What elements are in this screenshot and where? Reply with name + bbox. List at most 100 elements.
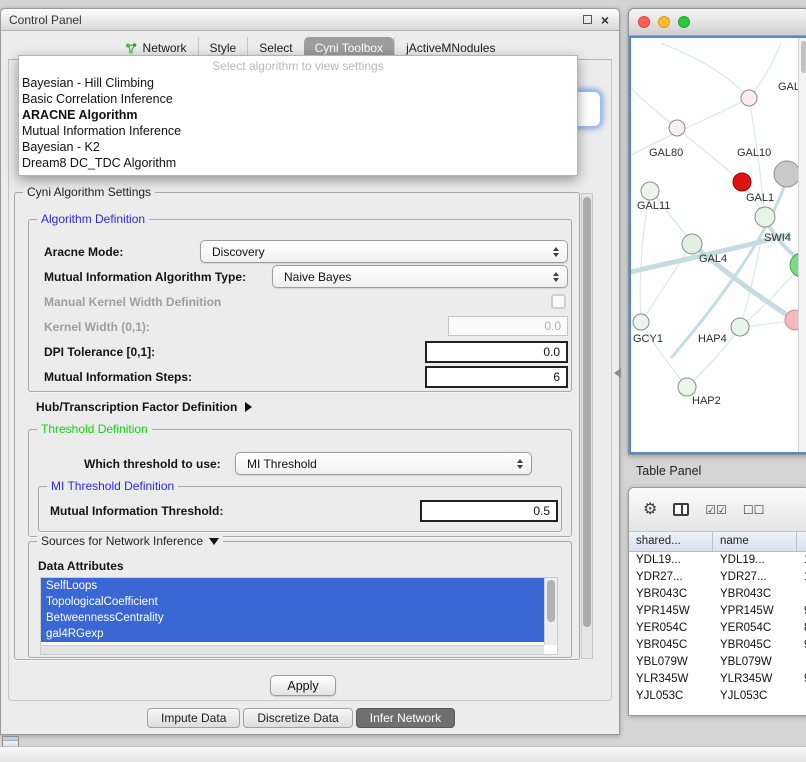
network-canvas[interactable]: GAL GAL80 GAL10 GAL11 GAL1 SWI4 GAL4 GCY…: [629, 36, 806, 454]
column-header[interactable]: [797, 532, 806, 551]
table-cell[interactable]: YDR27...: [713, 569, 797, 586]
minimize-traffic-light[interactable]: [658, 16, 670, 28]
table-cell[interactable]: YPR145W: [629, 603, 713, 620]
table-cell[interactable]: 12: [797, 569, 806, 586]
table-cell[interactable]: YJL053C: [629, 688, 713, 705]
table-cell[interactable]: 9.: [797, 671, 806, 688]
network-node[interactable]: [641, 182, 659, 200]
network-node[interactable]: [633, 314, 649, 330]
table-cell[interactable]: YBR045C: [629, 637, 713, 654]
network-node[interactable]: [669, 120, 685, 136]
list-item[interactable]: TopologicalCoefficient: [41, 594, 544, 610]
table-cell[interactable]: YER054C: [713, 620, 797, 637]
table-row[interactable]: YJL053CYJL053C: [629, 688, 806, 705]
mi-steps-field[interactable]: 6: [425, 366, 568, 388]
table-cell[interactable]: YPR145W: [713, 603, 797, 620]
list-item[interactable]: gal4RGexp: [41, 626, 544, 642]
aracne-mode-combobox[interactable]: Discovery: [200, 240, 568, 263]
table-cell[interactable]: YLR345W: [713, 671, 797, 688]
select-all-checkboxes-icon[interactable]: ☑☑: [705, 503, 727, 517]
table-row[interactable]: YBR043CYBR043C: [629, 586, 806, 603]
table-cell[interactable]: 9.: [797, 603, 806, 620]
mi-threshold-field[interactable]: 0.5: [420, 500, 558, 522]
list-horizontal-scrollbar[interactable]: [41, 645, 544, 654]
dropdown-item[interactable]: Bayesian - Hill Climbing: [19, 75, 577, 91]
dropdown-item[interactable]: Mutual Information Inference: [19, 123, 577, 139]
settings-scrollbar-thumb[interactable]: [583, 197, 591, 627]
mi-type-combobox[interactable]: Naive Bayes: [272, 265, 568, 288]
column-header[interactable]: name: [713, 532, 797, 551]
table-row[interactable]: YDL19...YDL19...13: [629, 552, 806, 569]
node-label: GAL10: [737, 147, 771, 159]
list-item[interactable]: BetweennessCentrality: [41, 610, 544, 626]
table-cell[interactable]: [797, 688, 806, 705]
table-cell[interactable]: YLR345W: [629, 671, 713, 688]
table-row[interactable]: YBR045CYBR045C9.: [629, 637, 806, 654]
control-panel-titlebar[interactable]: Control Panel ×: [1, 9, 619, 31]
network-node[interactable]: [774, 161, 800, 187]
manual-kernel-checkbox[interactable]: [551, 294, 566, 309]
sources-toggle[interactable]: Sources for Network Inference: [37, 534, 223, 548]
table-cell[interactable]: YBL079W: [629, 654, 713, 671]
table-cell[interactable]: YBR043C: [713, 586, 797, 603]
tab-infer-network[interactable]: Infer Network: [356, 708, 455, 728]
column-header[interactable]: shared...: [629, 532, 713, 551]
which-threshold-combobox[interactable]: MI Threshold: [235, 452, 532, 475]
list-vertical-scrollbar[interactable]: [544, 578, 557, 645]
dropdown-item[interactable]: Basic Correlation Inference: [19, 91, 577, 107]
dropdown-item-selected[interactable]: ARACNE Algorithm: [19, 107, 577, 123]
panel-splitter-collapse-icon[interactable]: [614, 368, 621, 378]
table-cell[interactable]: YER054C: [629, 620, 713, 637]
tab-impute-data[interactable]: Impute Data: [147, 708, 240, 728]
group-title: Cyni Algorithm Settings: [23, 185, 155, 199]
table-cell[interactable]: YJL053C: [713, 688, 797, 705]
network-node[interactable]: [741, 90, 757, 106]
apply-button[interactable]: Apply: [270, 675, 336, 696]
table-cell[interactable]: YBL079W: [713, 654, 797, 671]
table-row[interactable]: YPR145WYPR145W9.: [629, 603, 806, 620]
kernel-width-field[interactable]: 0.0: [448, 316, 568, 336]
group-title: Threshold Definition: [37, 422, 152, 436]
network-node[interactable]: [755, 207, 775, 227]
dropdown-item[interactable]: Bayesian - K2: [19, 139, 577, 155]
close-traffic-light[interactable]: [638, 16, 650, 28]
network-scrollbar-thumb[interactable]: [801, 41, 806, 73]
dpi-tolerance-field[interactable]: 0.0: [425, 341, 568, 363]
network-node[interactable]: [731, 318, 749, 336]
hub-definition-toggle[interactable]: Hub/Transcription Factor Definition: [36, 400, 252, 414]
gear-icon[interactable]: ⚙: [643, 502, 657, 518]
list-scrollbar-thumb[interactable]: [547, 580, 555, 622]
dropdown-item[interactable]: Dream8 DC_TDC Algorithm: [19, 155, 577, 171]
group-title: MI Threshold Definition: [47, 479, 178, 493]
table-row[interactable]: YLR345WYLR345W9.: [629, 671, 806, 688]
group-title: Algorithm Definition: [37, 212, 149, 226]
network-window-titlebar[interactable]: [629, 9, 806, 36]
table-row[interactable]: YER054CYER054C8.: [629, 620, 806, 637]
network-node[interactable]: [678, 378, 696, 396]
node-label: HAP2: [692, 395, 721, 407]
zoom-traffic-light[interactable]: [678, 16, 690, 28]
table-cell[interactable]: YDL19...: [629, 552, 713, 569]
table-cell[interactable]: [797, 586, 806, 603]
network-vertical-scrollbar[interactable]: [798, 38, 806, 452]
close-icon[interactable]: ×: [601, 14, 609, 26]
network-node[interactable]: [733, 173, 751, 191]
float-window-icon[interactable]: [583, 15, 592, 24]
table-columns-icon[interactable]: [673, 503, 689, 516]
tab-discretize-data[interactable]: Discretize Data: [243, 708, 352, 728]
table-cell[interactable]: 13: [797, 552, 806, 569]
table-cell[interactable]: [797, 654, 806, 671]
table-row[interactable]: YBL079WYBL079W: [629, 654, 806, 671]
table-cell[interactable]: 9.: [797, 637, 806, 654]
table-cell[interactable]: 8.: [797, 620, 806, 637]
table-cell[interactable]: YDL19...: [713, 552, 797, 569]
table-cell[interactable]: YBR045C: [713, 637, 797, 654]
list-item[interactable]: SelfLoops: [41, 578, 544, 594]
settings-scrollbar[interactable]: [581, 193, 593, 659]
combobox-arrows-icon: [553, 247, 559, 257]
table-cell[interactable]: YDR27...: [629, 569, 713, 586]
network-node[interactable]: [682, 234, 702, 254]
table-row[interactable]: YDR27...YDR27...12: [629, 569, 806, 586]
deselect-all-checkboxes-icon[interactable]: ☐☐: [743, 503, 765, 517]
table-cell[interactable]: YBR043C: [629, 586, 713, 603]
